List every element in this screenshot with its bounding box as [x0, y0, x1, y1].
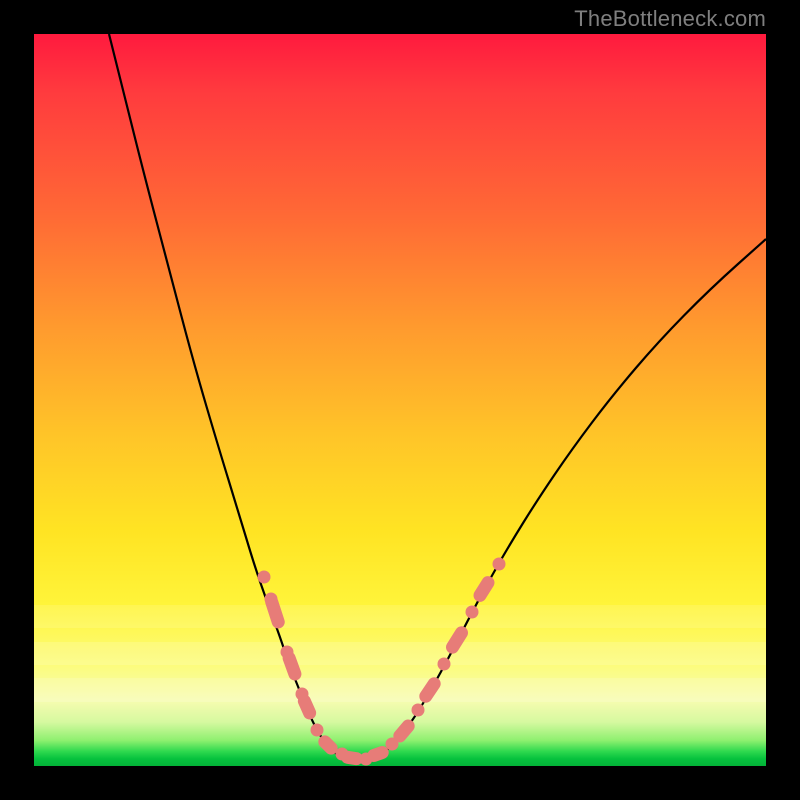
- curve-point-marker: [311, 724, 324, 737]
- chart-frame: TheBottleneck.com: [0, 0, 800, 800]
- curve-point-marker: [438, 658, 451, 671]
- curve-segment-marker: [281, 650, 303, 683]
- bottleneck-curve-svg: [34, 34, 766, 766]
- curve-segment-marker: [471, 574, 497, 605]
- curve-point-marker: [412, 704, 425, 717]
- curve-point-marker: [493, 558, 506, 571]
- curve-segment-marker: [444, 624, 471, 656]
- plot-area: [34, 34, 766, 766]
- datapoints-group: [258, 558, 506, 766]
- curve-segment-marker: [417, 675, 443, 705]
- curve-point-marker: [466, 606, 479, 619]
- curve-segment-marker: [264, 594, 287, 630]
- bottleneck-curve: [109, 34, 766, 761]
- curve-point-marker: [258, 571, 271, 584]
- watermark-text: TheBottleneck.com: [574, 6, 766, 32]
